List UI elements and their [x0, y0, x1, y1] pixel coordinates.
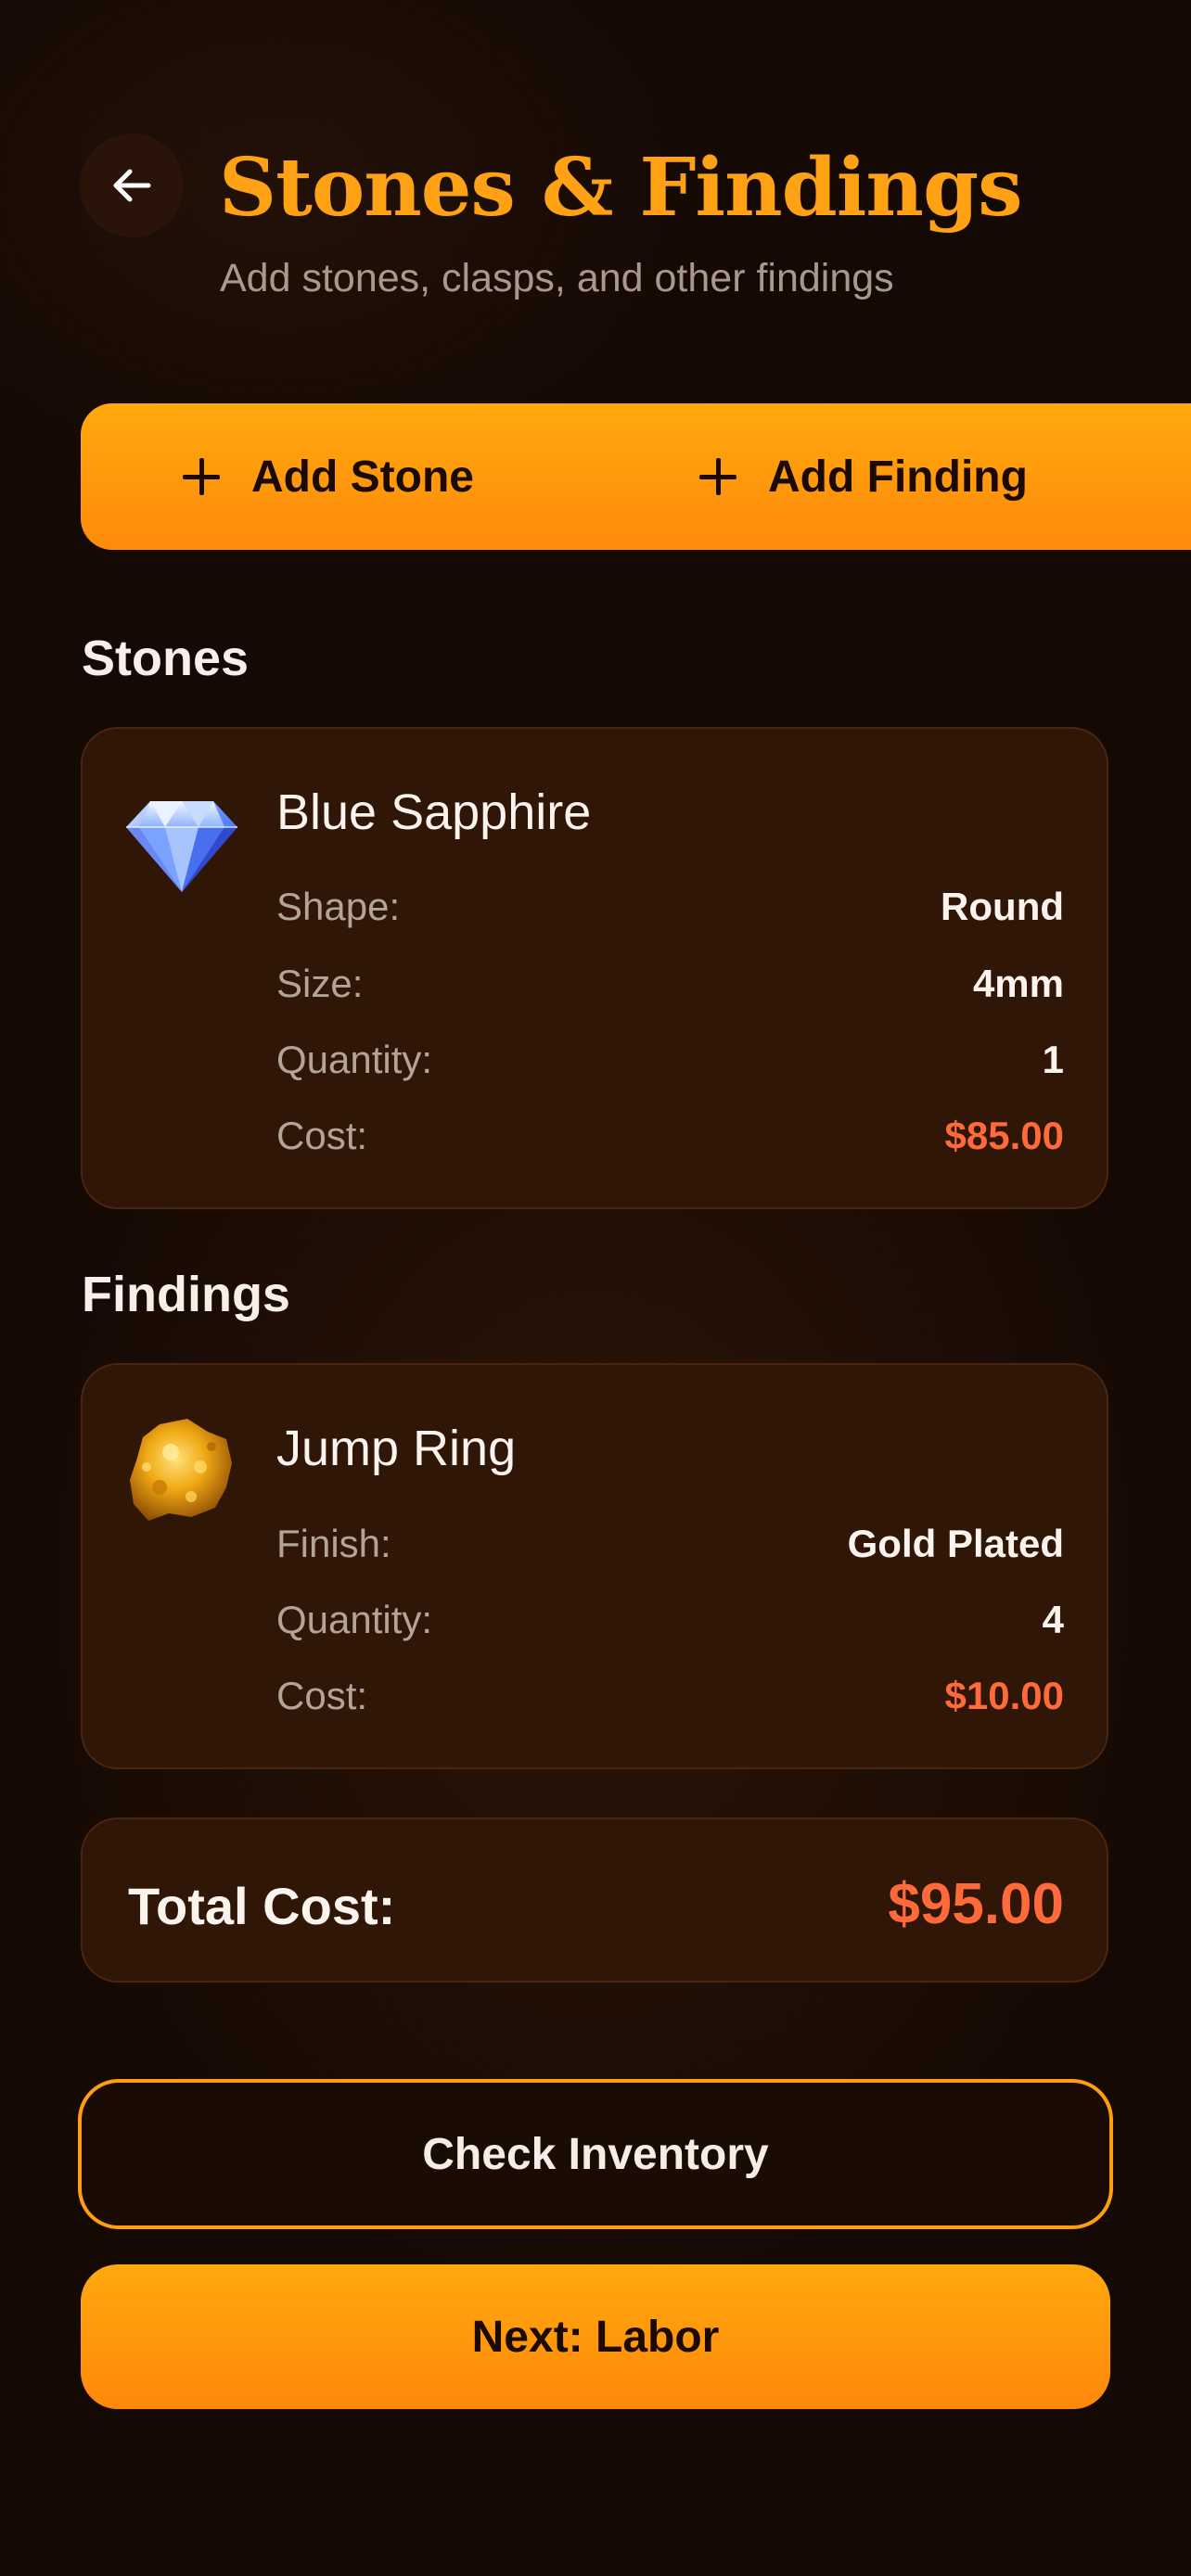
finding-quantity-value: 4 [1042, 1598, 1064, 1641]
finding-finish-value: Gold Plated [847, 1522, 1064, 1565]
check-inventory-label: Check Inventory [422, 2129, 769, 2179]
stone-shape-value: Round [941, 885, 1064, 928]
finding-finish-label: Finish: [276, 1522, 391, 1565]
stone-name: Blue Sapphire [276, 784, 592, 840]
add-actions-bar: Add Stone Add Finding [81, 403, 1191, 550]
stone-size-value: 4mm [972, 962, 1064, 1005]
add-finding-button[interactable]: Add Finding [699, 403, 1028, 550]
check-inventory-button[interactable]: Check Inventory [78, 2079, 1113, 2229]
stone-quantity-label: Quantity: [276, 1038, 433, 1081]
page-subtitle: Add stones, clasps, and other findings [220, 256, 894, 300]
stone-cost-label: Cost: [276, 1114, 368, 1157]
finding-cost-value: $10.00 [944, 1674, 1064, 1717]
total-cost-value: $95.00 [888, 1872, 1064, 1936]
total-cost-label: Total Cost: [128, 1877, 396, 1935]
stone-cost-value: $85.00 [944, 1114, 1064, 1157]
diamond-icon [122, 781, 241, 899]
add-finding-label: Add Finding [768, 452, 1028, 502]
gold-nugget-icon [122, 1411, 241, 1530]
findings-heading: Findings [82, 1267, 290, 1322]
plus-icon [699, 458, 736, 495]
stone-shape-label: Shape: [276, 885, 401, 928]
finding-cost-label: Cost: [276, 1674, 368, 1717]
back-button[interactable] [80, 134, 184, 237]
next-labor-label: Next: Labor [471, 2312, 720, 2362]
stone-size-label: Size: [276, 962, 364, 1005]
plus-icon [183, 458, 220, 495]
page-title: Stones & Findings [219, 141, 1023, 235]
finding-quantity-label: Quantity: [276, 1598, 433, 1641]
arrow-left-icon [113, 169, 151, 202]
add-stone-label: Add Stone [251, 452, 474, 502]
stones-heading: Stones [82, 631, 250, 686]
finding-name: Jump Ring [276, 1421, 517, 1476]
add-stone-button[interactable]: Add Stone [183, 403, 474, 550]
stone-quantity-value: 1 [1042, 1038, 1064, 1081]
next-labor-button[interactable]: Next: Labor [81, 2264, 1110, 2409]
